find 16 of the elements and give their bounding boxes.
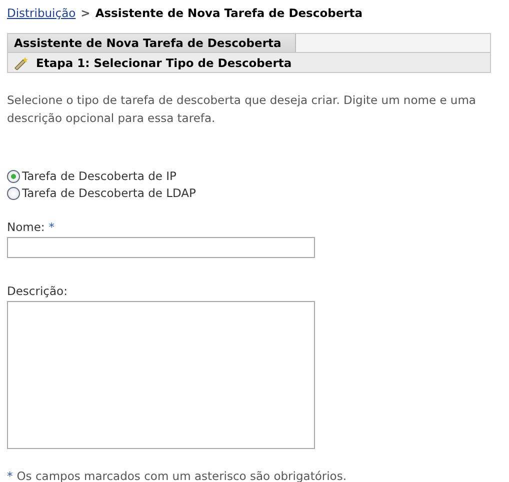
radio-button[interactable] [7, 186, 20, 200]
step-title: Etapa 1: Selecionar Tipo de Descoberta [36, 56, 292, 70]
field-label: Nome: [7, 220, 45, 234]
breadcrumb-current: Assistente de Nova Tarefa de Descoberta [95, 6, 363, 20]
breadcrumb-separator: > [80, 6, 90, 20]
radio-label: Tarefa de Descoberta de LDAP [22, 186, 196, 200]
instructions-text: Selecione o tipo de tarefa de descoberta que deseja criar. Digite um nome e uma descrição opcional para essa tarefa. [7, 92, 477, 127]
name-input[interactable] [7, 237, 315, 258]
required-mark: * [7, 469, 13, 482]
radio-button[interactable] [7, 170, 20, 182]
wizard-title: Assistente de Nova Tarefa de Descoberta [8, 34, 296, 52]
wand-icon [14, 56, 30, 70]
radio-label: Tarefa de Descoberta de IP [22, 169, 176, 183]
breadcrumb-link[interactable]: Distribuição [7, 6, 76, 20]
field-label: Descrição: [7, 284, 68, 298]
required-mark: * [48, 220, 55, 234]
